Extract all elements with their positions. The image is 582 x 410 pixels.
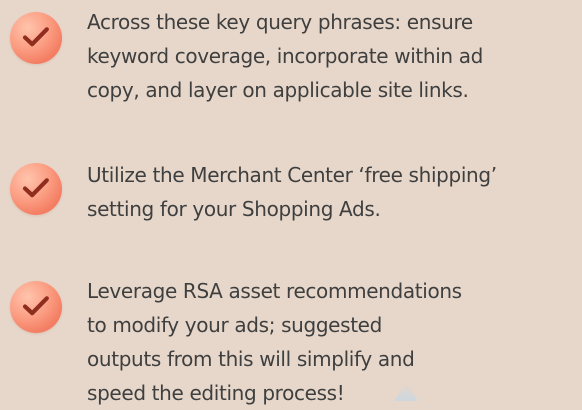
item-text-line: copy, and layer on applicable site links… <box>87 78 469 102</box>
item-text-line: outputs from this will simplify and <box>87 347 415 371</box>
check-badge <box>10 281 62 333</box>
check-icon <box>22 27 49 47</box>
item-text: Leverage RSA asset recommendations to mo… <box>87 274 572 410</box>
item-text-line: keyword coverage, incorporate within ad <box>87 44 484 68</box>
check-badge <box>10 12 62 64</box>
item-text-line: Leverage RSA asset recommendations <box>87 279 462 303</box>
item-text-line: Across these key query phrases: ensure <box>87 10 473 34</box>
check-badge <box>10 163 62 215</box>
recommendations-panel: Across these key query phrases: ensure k… <box>0 0 582 410</box>
item-text-line: setting for your Shopping Ads. <box>87 197 381 221</box>
item-text: Across these key query phrases: ensure k… <box>87 5 572 107</box>
item-text-line: speed the editing process! <box>87 381 345 405</box>
item-text-line: to modify your ads; suggested <box>87 313 382 337</box>
check-icon <box>22 296 49 316</box>
item-text: Utilize the Merchant Center ‘free shippi… <box>87 158 572 226</box>
item-text-line: Utilize the Merchant Center ‘free shippi… <box>87 163 497 187</box>
check-icon <box>22 178 49 198</box>
